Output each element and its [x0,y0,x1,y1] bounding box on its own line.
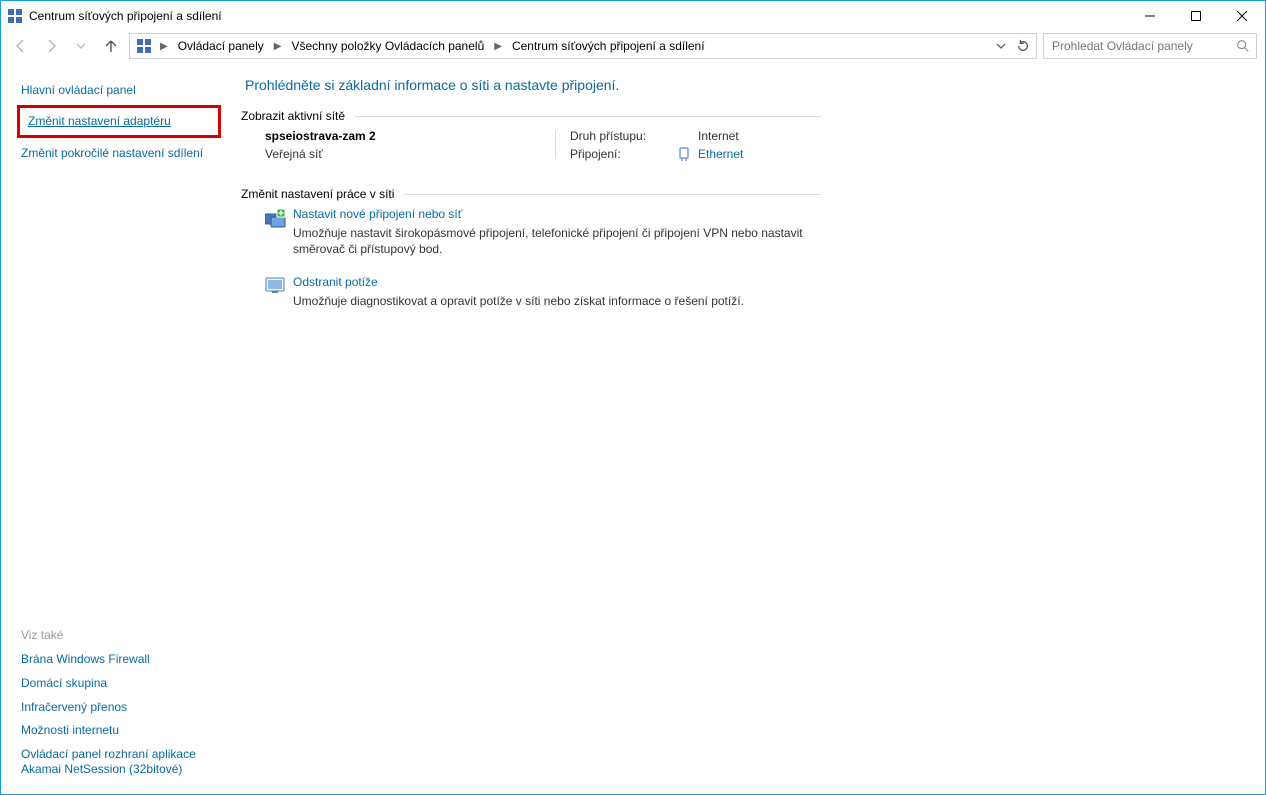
titlebar: Centrum síťových připojení a sdílení [1,1,1265,31]
section-header: Zobrazit aktivní sítě [241,109,821,123]
section-label: Zobrazit aktivní sítě [241,109,355,123]
see-also-link[interactable]: Brána Windows Firewall [21,648,221,672]
sidebar-advanced-sharing-link[interactable]: Změnit pokročilé nastavení sdílení [21,142,221,166]
network-name: spseiostrava-zam 2 [265,129,545,143]
window-title: Centrum síťových připojení a sdílení [29,9,222,23]
see-also: Viz také Brána Windows Firewall Domácí s… [21,628,221,782]
task-description: Umožňuje nastavit širokopásmové připojen… [293,225,845,257]
breadcrumb-item[interactable]: Centrum síťových připojení a sdílení [506,34,711,58]
window: Centrum síťových připojení a sdílení [0,0,1266,795]
address-dropdown-button[interactable] [990,35,1012,57]
new-connection-icon [265,207,293,257]
divider [355,116,821,117]
toolbar: ▶ Ovládací panely ▶ Všechny položky Ovlá… [1,31,1265,67]
sidebar-home-link[interactable]: Hlavní ovládací panel [21,79,221,103]
task-new-connection: Nastavit nové připojení nebo síť Umožňuj… [265,207,845,257]
minimize-button[interactable] [1127,1,1173,31]
chevron-right-icon[interactable]: ▶ [270,41,286,52]
see-also-link[interactable]: Domácí skupina [21,672,221,696]
control-panel-icon [136,38,152,54]
task-description: Umožňuje diagnostikovat a opravit potíže… [293,293,744,309]
window-controls [1127,1,1265,31]
up-button[interactable] [99,34,123,58]
recent-locations-button[interactable] [69,34,93,58]
address-bar[interactable]: ▶ Ovládací panely ▶ Všechny položky Ovlá… [129,33,1037,59]
section-label: Změnit nastavení práce v síti [241,187,404,201]
access-type-value: Internet [698,129,743,143]
connection-link[interactable]: Ethernet [698,147,743,161]
troubleshoot-icon [265,275,293,309]
section-header: Změnit nastavení práce v síti [241,187,821,201]
ethernet-icon [678,147,690,161]
refresh-button[interactable] [1012,35,1034,57]
search-box[interactable] [1043,33,1257,59]
main-content: Prohlédněte si základní informace o síti… [231,67,1265,794]
forward-button[interactable] [39,34,63,58]
divider [404,194,821,195]
connection-label: Připojení: [570,147,670,161]
search-icon[interactable] [1236,39,1250,53]
task-troubleshoot: Odstranit potíže Umožňuje diagnostikovat… [265,275,845,309]
back-button[interactable] [9,34,33,58]
app-icon [7,8,23,24]
access-type-label: Druh přístupu: [570,129,670,143]
search-input[interactable] [1050,38,1236,54]
task-link[interactable]: Odstranit potíže [293,275,744,289]
active-network: spseiostrava-zam 2 Veřejná síť Druh přís… [265,129,825,161]
sidebar-change-adapter-link[interactable]: Změnit nastavení adaptéru [17,105,221,139]
page-heading: Prohlédněte si základní informace o síti… [245,77,1235,93]
maximize-button[interactable] [1173,1,1219,31]
breadcrumb-item[interactable]: Ovládací panely [172,34,270,58]
network-type: Veřejná síť [265,147,545,161]
task-link[interactable]: Nastavit nové připojení nebo síť [293,207,845,221]
sidebar: Hlavní ovládací panel Změnit nastavení a… [1,67,231,794]
see-also-link[interactable]: Infračervený přenos [21,696,221,720]
close-button[interactable] [1219,1,1265,31]
see-also-link[interactable]: Možnosti internetu [21,719,221,743]
see-also-title: Viz také [21,628,221,642]
body: Hlavní ovládací panel Změnit nastavení a… [1,67,1265,794]
breadcrumb-item[interactable]: Všechny položky Ovládacích panelů [285,34,490,58]
chevron-right-icon[interactable]: ▶ [156,41,172,52]
see-also-link[interactable]: Ovládací panel rozhraní aplikace Akamai … [21,743,221,782]
chevron-right-icon[interactable]: ▶ [490,41,506,52]
